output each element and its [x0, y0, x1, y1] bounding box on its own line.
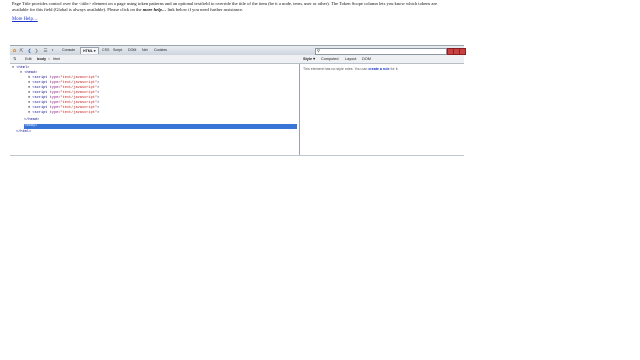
tab-script[interactable]: Script	[113, 47, 122, 53]
html-subbar: ⇅ Edit body < html	[10, 55, 300, 64]
search-icon: ⚲	[317, 48, 320, 53]
firebug-bug-icon[interactable]: ✿	[12, 48, 17, 53]
side-panel-tabs: Style ▾ Computed Layout DOM	[300, 55, 464, 64]
side-message-after: for it.	[389, 67, 399, 71]
side-tab-style[interactable]: Style ▾	[303, 56, 315, 62]
help-emph: more help…	[142, 6, 167, 12]
tab-html[interactable]: HTML ▾	[80, 47, 99, 54]
panel-bottom-border	[10, 155, 464, 156]
side-panel-message: This element has no style rules. You can…	[303, 67, 463, 72]
side-tab-computed[interactable]: Computed	[321, 56, 339, 62]
close-button[interactable]	[459, 48, 466, 55]
firebug-panel: ✿ ⇱ ❮ ❯ ☰ ▾ Console HTML ▾ CSS Script DO…	[10, 45, 466, 156]
tree-row-head-close[interactable]: </head>	[24, 118, 39, 123]
help-text: Page Title provides control over the <ti…	[12, 1, 452, 12]
edit-button[interactable]: Edit	[25, 56, 32, 62]
back-icon[interactable]: ❮	[27, 48, 32, 53]
side-tab-layout[interactable]: Layout	[345, 56, 356, 62]
side-tab-dom[interactable]: DOM	[362, 56, 371, 62]
inspect-icon[interactable]: ⇱	[19, 48, 24, 53]
more-help-link[interactable]: More Help…	[12, 17, 38, 22]
breadcrumb-separator: <	[48, 57, 51, 61]
menu-icon[interactable]: ☰	[43, 48, 48, 53]
breadcrumb-body[interactable]: body	[37, 56, 46, 62]
help-text-after: link below if you need further assistanc…	[166, 6, 244, 12]
create-rule-link[interactable]: create a rule	[368, 67, 389, 71]
tab-console[interactable]: Console	[62, 47, 75, 53]
tab-css[interactable]: CSS	[102, 47, 109, 53]
outline-icon[interactable]: ⇅	[13, 56, 16, 62]
tab-html-label: HTML	[83, 49, 93, 53]
tab-dom[interactable]: DOM	[128, 47, 136, 53]
tree-row-script[interactable]: ⊞ <script type="text/javascript">	[28, 111, 99, 116]
side-message-before: This element has no style rules. You can	[303, 67, 369, 71]
dropdown-icon[interactable]: ▾	[50, 48, 55, 53]
tab-cookies[interactable]: Cookies	[154, 47, 167, 53]
search-input[interactable]: ⚲	[315, 47, 447, 55]
html-tree-panel: ⊟ <html> ⊟ <head> ⊞ <script type="text/j…	[10, 64, 300, 156]
tab-html-arrow: ▾	[93, 49, 96, 53]
tab-net[interactable]: Net	[142, 47, 148, 53]
forward-icon[interactable]: ❯	[34, 48, 39, 53]
tree-row-body[interactable]: ⊞ <body>	[20, 124, 37, 129]
tree-row-html-close[interactable]: </html>	[16, 130, 31, 135]
selected-row-highlight	[24, 124, 297, 129]
breadcrumb-html[interactable]: html	[53, 56, 60, 62]
